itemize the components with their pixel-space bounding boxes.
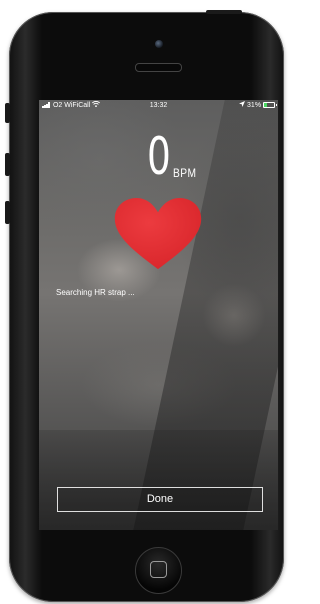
heart-rate-unit: BPM	[173, 166, 197, 180]
battery-percent: 31%	[247, 102, 262, 109]
mute-switch	[5, 103, 10, 123]
connection-status-text: Searching HR strap ...	[56, 288, 135, 297]
front-camera	[155, 40, 163, 48]
heart-rate-value: 0	[147, 127, 171, 187]
app-screen: O2 WiFiCall 13:32 31% 0 BPM Searching HR…	[39, 100, 278, 530]
volume-up-button	[5, 153, 10, 176]
home-square-icon	[150, 561, 167, 578]
background-photo-floor	[39, 430, 278, 530]
earpiece-speaker	[135, 63, 182, 72]
heart-icon	[114, 198, 202, 270]
volume-down-button	[5, 201, 10, 224]
status-right: 31%	[239, 100, 277, 112]
status-bar: O2 WiFiCall 13:32 31%	[39, 100, 278, 112]
location-arrow-icon	[239, 101, 246, 107]
power-button	[206, 10, 242, 14]
battery-icon	[263, 102, 277, 108]
done-button[interactable]: Done	[57, 487, 263, 512]
